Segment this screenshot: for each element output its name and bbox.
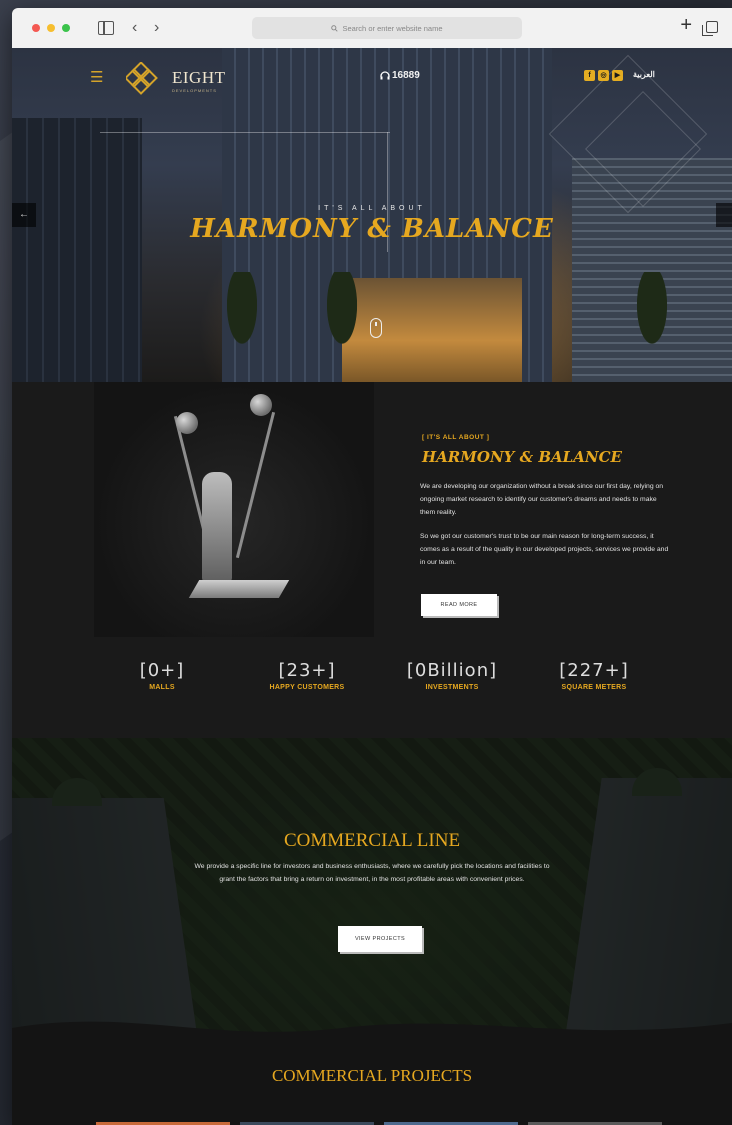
scroll-mouse-icon[interactable] [370,318,382,338]
stat-item: [0+] MALLS [92,660,232,691]
sidebar-toggle-icon[interactable] [98,21,114,35]
minimize-window-button[interactable] [47,24,55,32]
forward-button[interactable]: › [154,18,159,38]
hotline-number: 16889 [392,70,420,81]
palm-tree-image [312,272,372,382]
commercial-title: COMMERCIAL LINE [283,830,461,851]
view-projects-button[interactable]: VIEW PROJECTS [338,926,422,952]
sculpture-base [188,580,290,598]
hotline-link[interactable]: 16889 [380,70,420,81]
menu-icon[interactable]: ☰ [90,68,103,86]
search-icon [331,24,339,32]
headset-icon [380,70,390,79]
about-kicker: [ IT'S ALL ABOUT ] [422,434,490,441]
about-section: [ IT'S ALL ABOUT ] HARMONY & BALANCE We … [12,382,732,738]
stat-label: INVESTMENTS [425,684,479,691]
hero-kicker: IT'S ALL ABOUT [318,205,426,212]
read-more-button[interactable]: READ MORE [421,594,497,616]
address-placeholder: Search or enter website name [342,23,443,33]
palm-tree-image [212,272,272,382]
about-paragraph: We are developing our organization witho… [420,483,664,516]
stat-value: [23+] [278,660,336,681]
projects-title: COMMERCIAL PROJECTS [271,1066,473,1085]
wave-divider [12,1021,732,1058]
stat-item: [0Billion] INVESTMENTS [382,660,522,691]
close-window-button[interactable] [32,24,40,32]
sculpture-figure [202,472,232,582]
commercial-line-section: COMMERCIAL LINE We provide a specific li… [12,738,732,1058]
browser-toolbar: ‹ › Search or enter website name + [12,8,732,49]
stat-value: [0+] [139,660,185,681]
sculpture-ball [176,412,198,434]
new-tab-button[interactable]: + [680,15,692,35]
hero-tower-image [12,118,142,382]
sculpture-rope [235,411,276,559]
maximize-window-button[interactable] [62,24,70,32]
palm-tree-image [622,272,682,382]
hero-section: ☰ EIGHT DEVELOPMENTS 16889 f ◎ ▶ العربية… [12,48,732,382]
address-bar[interactable]: Search or enter website name [252,17,522,39]
window-controls [32,24,70,32]
social-links: f ◎ ▶ [584,70,623,81]
sculpture-ball [250,394,272,416]
language-switch[interactable]: العربية [633,70,655,79]
stat-value: [227+] [559,660,629,681]
logo-subtext: DEVELOPMENTS [172,88,217,93]
stat-item: [23+] HAPPY CUSTOMERS [237,660,377,691]
commercial-projects-section: COMMERCIAL PROJECTS [12,1058,732,1125]
decorative-line [100,132,390,133]
youtube-icon[interactable]: ▶ [612,70,623,81]
about-title: HARMONY & BALANCE [422,448,622,466]
stat-label: SQUARE METERS [561,684,627,691]
stat-label: HAPPY CUSTOMERS [269,684,345,691]
sculpture-image [94,382,374,637]
hero-title: HARMONY & BALANCE [190,214,554,244]
facebook-icon[interactable]: f [584,70,595,81]
instagram-icon[interactable]: ◎ [598,70,609,81]
commercial-text: We provide a specific line for investors… [194,863,550,883]
logo-text[interactable]: EIGHT [172,68,225,88]
logo-icon[interactable] [126,62,160,96]
stat-item: [227+] SQUARE METERS [524,660,664,691]
tab-overview-icon[interactable] [702,21,718,36]
stat-label: MALLS [149,684,175,691]
back-button[interactable]: ‹ [132,18,137,38]
browser-window: ‹ › Search or enter website name + ☰ EIG… [12,8,732,1125]
about-paragraph: So we got our customer's trust to be our… [420,533,669,566]
site-navbar: ☰ EIGHT DEVELOPMENTS 16889 f ◎ ▶ العربية [12,62,732,96]
stat-value: [0Billion] [406,660,498,681]
